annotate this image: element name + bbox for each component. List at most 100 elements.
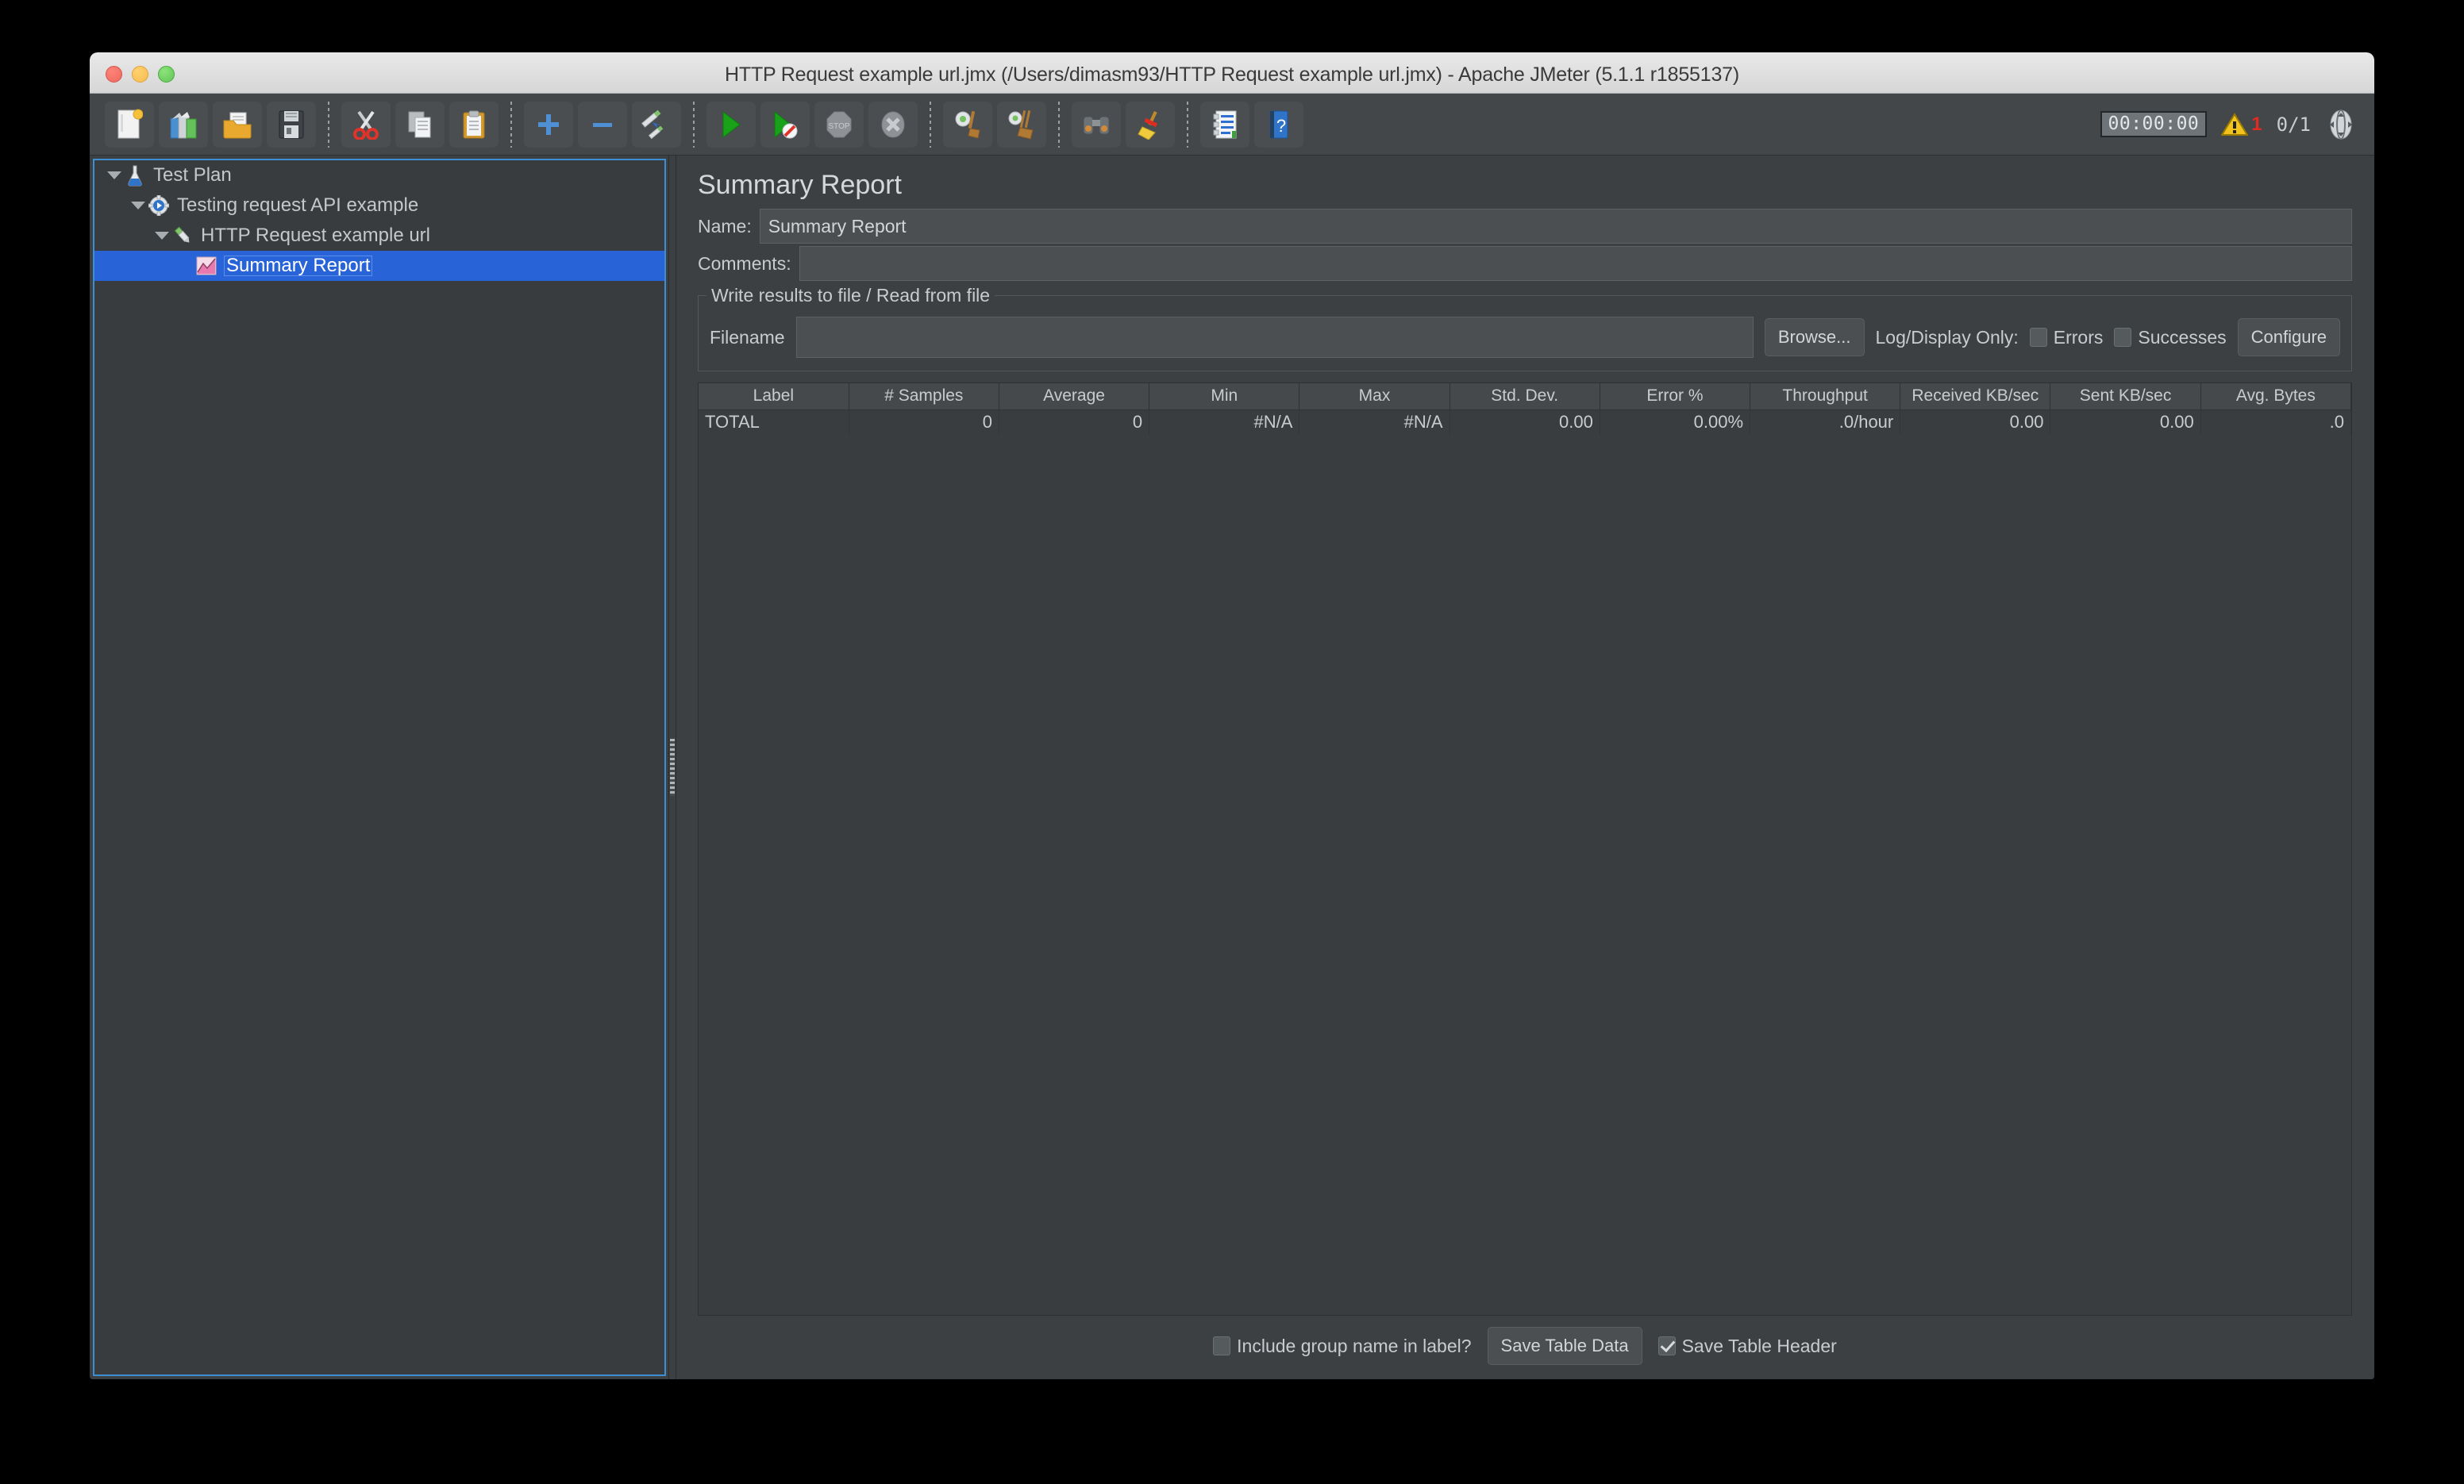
save-button[interactable] — [267, 101, 316, 148]
jmeter-window: HTTP Request example url.jmx (/Users/dim… — [90, 52, 2374, 1379]
tree-item-summary-report[interactable]: Summary Report — [94, 251, 664, 281]
elapsed-timer: 00:00:00 — [2100, 111, 2208, 137]
expand-toggle-icon[interactable] — [153, 227, 171, 244]
summary-report-chart-icon — [194, 254, 218, 278]
comments-label: Comments: — [698, 252, 791, 274]
configure-button[interactable]: Configure — [2237, 318, 2340, 356]
minus-icon — [593, 122, 612, 127]
summary-table: Label # Samples Average Min Max Std. Dev… — [699, 383, 2351, 435]
clear-button[interactable] — [943, 101, 992, 148]
save-table-header-checkbox[interactable] — [1657, 1336, 1676, 1355]
table-row[interactable]: TOTAL 0 0 #N/A #N/A 0.00 0.00% .0/hour 0… — [699, 409, 2351, 435]
summary-table-head: Label # Samples Average Min Max Std. Dev… — [699, 383, 2351, 410]
browse-button[interactable]: Browse... — [1764, 318, 1865, 356]
log-display-only-label: Log/Display Only: — [1875, 326, 2019, 348]
toolbar-separator — [328, 101, 329, 148]
paste-button[interactable] — [449, 101, 499, 148]
summary-table-body: TOTAL 0 0 #N/A #N/A 0.00 0.00% .0/hour 0… — [699, 409, 2351, 435]
comments-input[interactable] — [799, 246, 2352, 281]
table-empty-area — [699, 435, 2351, 1315]
save-table-header-label: Save Table Header — [1681, 1335, 1837, 1356]
col-header-label[interactable]: Label — [699, 383, 849, 410]
function-list-icon — [1213, 110, 1237, 138]
collapse-all-button[interactable] — [578, 101, 627, 148]
tree-item-http-request[interactable]: HTTP Request example url — [94, 221, 664, 251]
stop-button[interactable]: STOP — [814, 101, 864, 148]
errors-checkbox-wrap[interactable]: Errors — [2029, 326, 2104, 348]
split-divider[interactable] — [666, 156, 679, 1379]
clear-all-button[interactable] — [997, 101, 1046, 148]
copy-button[interactable] — [395, 101, 445, 148]
test-plan-tree[interactable]: Test Plan Testing request API example HT… — [93, 159, 666, 1376]
col-header-throughput[interactable]: Throughput — [1750, 383, 1901, 410]
new-button[interactable] — [105, 101, 154, 148]
templates-button[interactable] — [159, 101, 208, 148]
cell-max: #N/A — [1299, 409, 1450, 435]
reset-search-button[interactable] — [1126, 101, 1175, 148]
scissors-icon — [353, 110, 379, 140]
help-button[interactable]: ? — [1254, 101, 1303, 148]
successes-label: Successes — [2138, 326, 2227, 348]
include-group-name-checkbox[interactable] — [1213, 1336, 1231, 1355]
col-header-sent-kb[interactable]: Sent KB/sec — [2050, 383, 2201, 410]
svg-text:STOP: STOP — [828, 122, 849, 131]
filename-row: Filename Browse... Log/Display Only: Err… — [710, 317, 2340, 358]
table-footer-controls: Include group name in label? Save Table … — [679, 1316, 2371, 1376]
col-header-min[interactable]: Min — [1149, 383, 1300, 410]
include-group-name-wrap[interactable]: Include group name in label? — [1213, 1336, 1472, 1357]
copy-pages-icon — [408, 111, 431, 137]
col-header-std-dev[interactable]: Std. Dev. — [1450, 383, 1600, 410]
open-button[interactable] — [213, 101, 262, 148]
toolbar-separator — [1058, 101, 1060, 148]
start-button[interactable] — [706, 101, 756, 148]
write-results-group-title: Write results to file / Read from file — [706, 285, 995, 306]
cell-avg-bytes: .0 — [2200, 409, 2351, 435]
successes-checkbox-wrap[interactable]: Successes — [2114, 326, 2227, 348]
tree-item-test-plan[interactable]: Test Plan — [94, 160, 664, 190]
cell-std-dev: 0.00 — [1450, 409, 1600, 435]
expand-toggle-icon[interactable] — [129, 197, 147, 214]
toggle-button[interactable] — [632, 101, 681, 148]
filename-input[interactable] — [795, 317, 1754, 358]
col-header-samples[interactable]: # Samples — [849, 383, 999, 410]
http-request-pencil-icon — [171, 224, 194, 248]
start-no-pauses-button[interactable] — [760, 101, 810, 148]
tree-item-label: HTTP Request example url — [201, 225, 431, 246]
expand-toggle-icon[interactable] — [106, 167, 123, 184]
col-header-max[interactable]: Max — [1299, 383, 1450, 410]
write-results-group: Write results to file / Read from file F… — [698, 285, 2352, 371]
col-header-avg-bytes[interactable]: Avg. Bytes — [2200, 383, 2351, 410]
save-table-header-wrap[interactable]: Save Table Header — [1657, 1335, 1837, 1357]
table-header-row: Label # Samples Average Min Max Std. Dev… — [699, 383, 2351, 410]
successes-checkbox[interactable] — [2114, 328, 2132, 347]
summary-report-panel: Summary Report Name: Summary Report Comm… — [679, 159, 2371, 1376]
save-table-data-button[interactable]: Save Table Data — [1487, 1327, 1642, 1365]
col-header-average[interactable]: Average — [999, 383, 1150, 410]
tree-item-thread-group[interactable]: Testing request API example — [94, 190, 664, 221]
tree-item-label: Testing request API example — [177, 194, 419, 216]
thread-group-gear-icon — [147, 194, 171, 217]
name-input[interactable]: Summary Report — [759, 209, 2352, 244]
warning-count: 1 — [2251, 113, 2262, 135]
toggle-pencil-icon — [641, 110, 664, 139]
plus-icon — [538, 113, 559, 135]
open-folder-icon — [223, 112, 252, 138]
main-toolbar: STOP ? 00:00:00 1 0/1 — [90, 94, 2374, 156]
shutdown-button[interactable] — [868, 101, 918, 148]
filename-label: Filename — [710, 326, 785, 348]
col-header-error-pct[interactable]: Error % — [1600, 383, 1751, 410]
gear-broom-icon — [955, 110, 980, 139]
warning-indicator[interactable]: 1 — [2221, 112, 2262, 136]
cut-button[interactable] — [341, 101, 391, 148]
sphere-icon[interactable] — [2325, 108, 2357, 141]
col-header-received-kb[interactable]: Received KB/sec — [1900, 383, 2051, 410]
search-button[interactable] — [1072, 101, 1121, 148]
cell-min: #N/A — [1149, 409, 1300, 435]
name-label: Name: — [698, 215, 752, 236]
errors-label: Errors — [2053, 326, 2104, 348]
expand-all-button[interactable] — [524, 101, 573, 148]
function-helper-button[interactable] — [1200, 101, 1249, 148]
toolbar-separator — [693, 101, 695, 148]
split-grip-handle[interactable] — [670, 739, 675, 796]
errors-checkbox[interactable] — [2029, 328, 2047, 347]
